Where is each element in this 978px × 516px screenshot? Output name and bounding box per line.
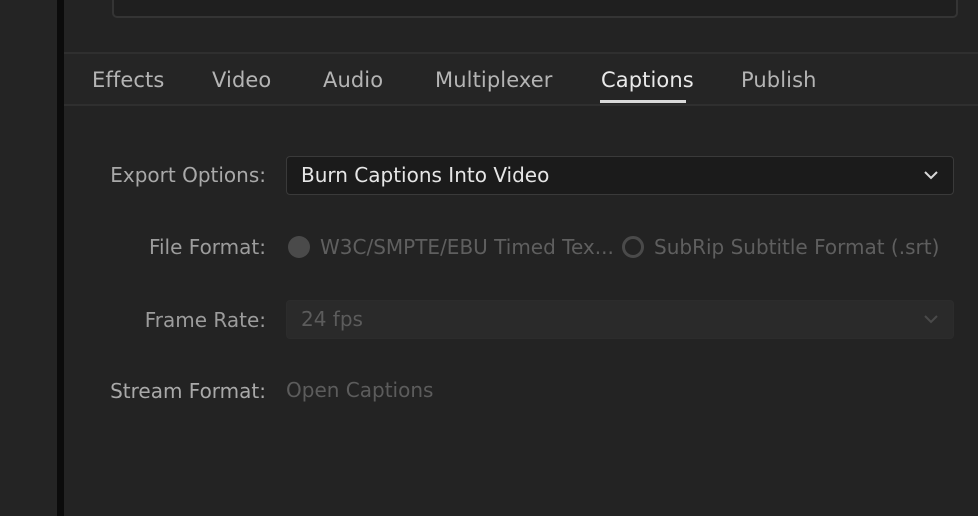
radio-subrip-label: SubRip Subtitle Format (.srt) (654, 235, 940, 259)
radio-selected-icon (288, 236, 310, 258)
stream-format-value: Open Captions (286, 378, 434, 402)
frame-rate-value: 24 fps (301, 307, 363, 331)
radio-timed-text-label: W3C/SMPTE/EBU Timed Tex... (320, 235, 614, 259)
frame-rate-label: Frame Rate: (144, 308, 266, 332)
tab-captions[interactable]: Captions (601, 68, 694, 92)
radio-unselected-icon (622, 236, 644, 258)
settings-tab-bar: Effects Video Audio Multiplexer Captions… (64, 52, 978, 106)
tab-effects[interactable]: Effects (92, 68, 164, 92)
export-settings-window: Effects Video Audio Multiplexer Captions… (0, 0, 978, 516)
export-options-label: Export Options: (110, 163, 266, 187)
chevron-down-icon (924, 171, 938, 180)
panel-divider[interactable] (57, 0, 64, 516)
file-format-label: File Format: (148, 235, 266, 259)
chevron-down-icon (924, 315, 938, 324)
export-settings-panel: Effects Video Audio Multiplexer Captions… (64, 0, 978, 516)
tab-multiplexer[interactable]: Multiplexer (435, 68, 552, 92)
tab-video[interactable]: Video (212, 68, 271, 92)
export-options-dropdown[interactable]: Burn Captions Into Video (286, 156, 954, 195)
tab-publish[interactable]: Publish (741, 68, 817, 92)
export-options-value: Burn Captions Into Video (301, 163, 550, 187)
left-panel (0, 0, 57, 516)
frame-rate-dropdown[interactable]: 24 fps (286, 300, 954, 339)
preview-area (112, 0, 958, 18)
tab-audio[interactable]: Audio (323, 68, 383, 92)
stream-format-label: Stream Format: (110, 379, 266, 403)
active-tab-indicator (600, 100, 686, 103)
